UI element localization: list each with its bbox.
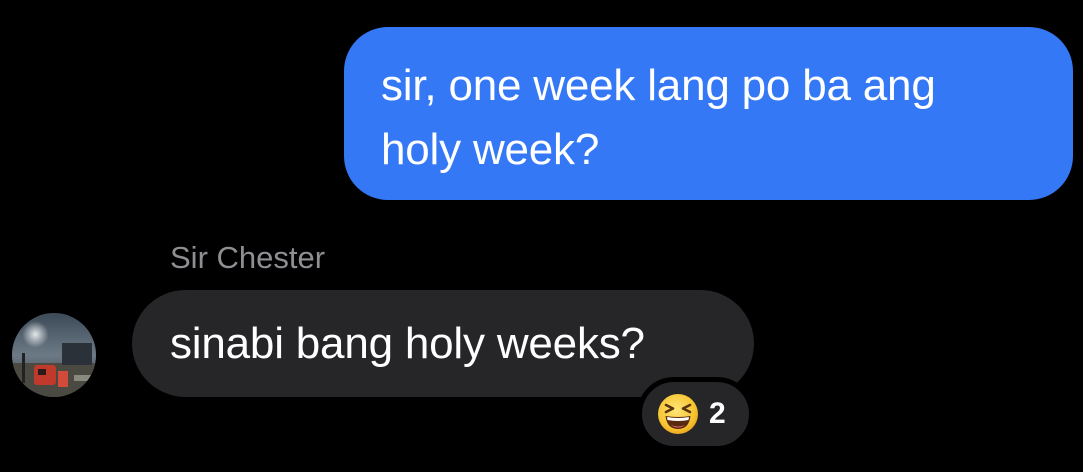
reaction-badge[interactable]: 2 [637, 377, 754, 451]
avatar[interactable] [12, 313, 96, 397]
sender-name: Sir Chester [170, 240, 326, 275]
grinning-squinting-face-icon [658, 394, 698, 434]
outgoing-message-bubble[interactable]: sir, one week lang po ba ang holy week? [344, 27, 1073, 200]
reaction-count: 2 [709, 397, 726, 430]
avatar-photo [12, 313, 96, 397]
chat-thread: sir, one week lang po ba ang holy week? … [0, 0, 1083, 472]
